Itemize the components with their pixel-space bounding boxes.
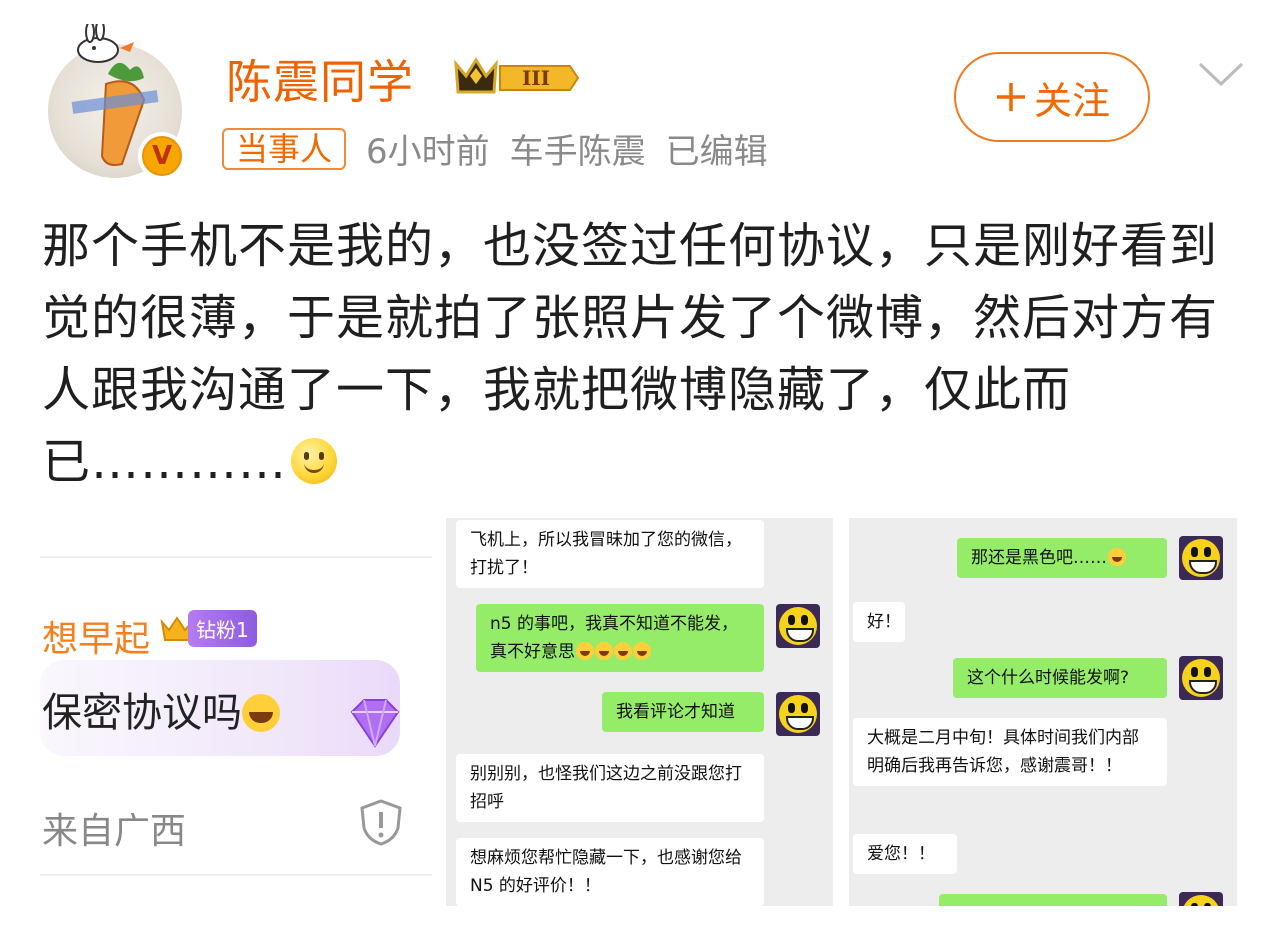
post-image-3-chat[interactable]: 那还是黑色吧…… 好！ 这个什么时候能发啊? 大概是二月中旬！具体时间我们内部明… (849, 518, 1237, 906)
cry-laugh-emoji-icon (633, 642, 651, 660)
post-image-1[interactable]: 想早起 钻粉1 保密协议吗 来自广西 (40, 514, 432, 904)
comment-location: 来自广西 (42, 811, 187, 852)
avatar-icon (776, 692, 820, 736)
chat-message: n5 的事吧，我真不知道不能发，真不好意思 (476, 604, 764, 672)
role-tag: 当事人 (222, 127, 347, 170)
smile-emoji-icon (291, 438, 338, 484)
avatar-icon (776, 604, 820, 648)
report-shield-icon[interactable] (358, 798, 404, 846)
avatar-icon (1179, 536, 1223, 580)
chat-message-cut (939, 894, 1167, 906)
post-source[interactable]: 车手陈震 (510, 124, 646, 173)
username[interactable]: 陈震同学 (226, 46, 414, 112)
divider (40, 874, 432, 876)
laugh-emoji-icon (242, 694, 280, 732)
cry-laugh-emoji-icon (595, 642, 613, 660)
chat-message: 我看评论才知道 (602, 692, 764, 732)
avatar-icon (1179, 656, 1223, 700)
cry-laugh-emoji-icon (576, 642, 594, 660)
post-image-2-chat[interactable]: 飞机上，所以我冒昧加了您的微信，打扰了！ n5 的事吧，我真不知道不能发，真不好… (446, 518, 833, 906)
cry-laugh-emoji-icon (614, 642, 632, 660)
chat-message: 那还是黑色吧…… (957, 538, 1167, 578)
member-level-badge[interactable]: III (452, 54, 580, 100)
edited-label[interactable]: 已编辑 (666, 124, 768, 173)
post-body: 那个手机不是我的，也没签过任何协议，只是刚好看到觉的很薄，于是就拍了张照片发了个… (42, 218, 1219, 490)
diamond-icon (350, 699, 400, 748)
fan-badge: 钻粉1 (160, 610, 257, 647)
chat-message: 别别别，也怪我们这边之前没跟您打招呼 (456, 754, 764, 822)
post-meta: 当事人 6小时前 车手陈震 已编辑 (222, 124, 768, 173)
chat-message: 大概是二月中旬！具体时间我们内部明确后我再告诉您，感谢震哥！！ (853, 718, 1167, 786)
chat-message: 想麻烦您帮忙隐藏一下，也感谢您给 N5 的好评价！！ (456, 838, 764, 906)
comment-text: 保密协议吗 (42, 680, 280, 738)
follow-button[interactable]: 关注 (954, 52, 1150, 142)
divider (40, 556, 432, 558)
chat-message: 这个什么时候能发啊? (953, 658, 1167, 698)
cry-laugh-emoji-icon (1108, 548, 1126, 566)
post-time: 6小时前 (366, 132, 490, 172)
chat-message: 爱您！！ (853, 834, 957, 874)
plus-icon (996, 83, 1025, 111)
verified-badge-icon: V (138, 132, 186, 180)
chat-message: 飞机上，所以我冒昧加了您的微信，打扰了！ (456, 520, 764, 588)
bunny-icon (77, 24, 134, 63)
svg-text:III: III (522, 66, 550, 90)
comment-nickname: 想早起 (42, 619, 151, 660)
chat-message: 好！ (853, 602, 905, 642)
avatar-icon (1179, 892, 1223, 906)
chevron-down-icon[interactable] (1196, 56, 1246, 92)
